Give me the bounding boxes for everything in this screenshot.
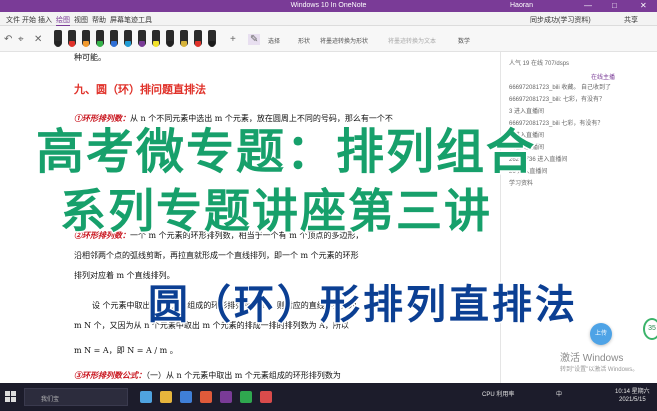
pen-color-tip: [83, 41, 89, 47]
chat-line: 666972081723_bili: 七彩，有没有？: [509, 97, 606, 103]
lasso-select-button[interactable]: 选择: [268, 36, 280, 45]
live-chat-panel: 人气 19 在线 707/dsps 在线主播 666972081723_bili…: [500, 52, 657, 383]
tab-file[interactable]: 文件: [6, 15, 20, 25]
share-button[interactable]: 共享: [624, 15, 638, 25]
shape-button[interactable]: 形状: [298, 36, 310, 45]
taskbar-app-icon[interactable]: [240, 391, 252, 403]
pen-color-tip: [167, 41, 173, 47]
ribbon-tabs: 文件 开始 插入 绘图 视图 帮助 屏幕笔迹工具 同步成功(学习资料) 共享: [0, 12, 657, 26]
p3-text: 沿相邻两个点的弧线剪断，再拉直就形成一个直线排列，即一个 m 个元素的环形: [74, 251, 359, 260]
add-pen-icon[interactable]: +: [230, 34, 236, 45]
taskbar-clock[interactable]: 10:14 星期六 2021/5/15: [615, 388, 650, 404]
line-top: 种可能。: [74, 53, 106, 62]
activate-windows-hint: 转到"设置"以激活 Windows。: [560, 367, 639, 373]
pen-color-tip: [111, 41, 117, 47]
minimize-button[interactable]: —: [584, 1, 592, 11]
pen-color-tip: [153, 41, 159, 47]
system-tray: CPU 利用率 中: [482, 389, 562, 398]
pen-swatch[interactable]: [194, 30, 202, 47]
pen-swatch[interactable]: [208, 30, 216, 47]
pen-color-tip: [195, 41, 201, 47]
activate-windows-title: 激活 Windows: [560, 353, 624, 364]
pen-color-tip: [69, 41, 75, 47]
tab-draw[interactable]: 绘图: [56, 15, 70, 26]
ink-to-text-button[interactable]: 将墨迹转换为文本: [388, 36, 436, 45]
pen-swatch[interactable]: [110, 30, 118, 47]
maximize-button[interactable]: □: [612, 1, 617, 11]
user-name[interactable]: Haoran: [510, 2, 533, 9]
tab-insert[interactable]: 插入: [38, 15, 52, 25]
overlay-subtitle: 圆（环）形排列直排法: [147, 281, 578, 330]
search-text: 我们宝: [41, 397, 60, 403]
upload-button[interactable]: 上传: [590, 323, 612, 345]
undo-icon[interactable]: ↶: [4, 34, 12, 45]
close-button[interactable]: ✕: [640, 1, 647, 11]
pen-swatch[interactable]: [180, 30, 188, 47]
clock-time: 10:14 星期六: [615, 389, 650, 395]
pen-swatch[interactable]: [166, 30, 174, 47]
draw-toolbar: ↶ ⌖ ✕ + ✎ 选择 形状 将墨迹转换为形状 将墨迹转换为文本 数学: [0, 26, 657, 52]
pen-swatch[interactable]: [96, 30, 104, 47]
ink-to-shape-button[interactable]: 将墨迹转换为形状: [320, 36, 368, 45]
overlay-title-line1: 高考微专题：排列组合: [34, 123, 537, 182]
sync-status: 同步成功(学习资料): [530, 17, 591, 24]
pen-swatch[interactable]: [68, 30, 76, 47]
tab-help[interactable]: 帮助: [92, 15, 106, 25]
taskbar-app-icon[interactable]: [200, 391, 212, 403]
overlay-title-line2: 系列专题讲座第三讲: [59, 183, 492, 240]
taskbar: 我们宝 CPU 利用率 中 10:14 星期六 2021/5/15: [0, 383, 657, 411]
section-heading: 九、圆（环）排问题直排法: [74, 83, 206, 96]
p8-text: （一）从 n 个元素中取出 m 个元素组成的环形排列数为: [146, 371, 341, 380]
window-title: Windows 10 In OneNote: [290, 2, 367, 9]
eraser-icon[interactable]: ✕: [34, 34, 42, 45]
lasso-icon[interactable]: ⌖: [18, 34, 24, 45]
pen-color-tip: [125, 41, 131, 47]
pen-color-tip: [55, 41, 61, 47]
pen-swatch[interactable]: [124, 30, 132, 47]
windows-start-icon[interactable]: [5, 391, 17, 403]
taskbar-app-icon[interactable]: [160, 391, 172, 403]
pen-swatch[interactable]: [82, 30, 90, 47]
chat-line: 人气 19 在线 707/dsps: [509, 61, 570, 67]
taskbar-app-icon[interactable]: [220, 391, 232, 403]
speed-indicator: 35: [643, 318, 657, 340]
pen-swatch[interactable]: [138, 30, 146, 47]
chat-line: 666972081723_bili 收藏。 自己收到了: [509, 85, 612, 91]
pen-swatch[interactable]: [54, 30, 62, 47]
clock-date: 2021/5/15: [618, 397, 646, 403]
p8-label: ③环形排列数公式：: [74, 370, 146, 380]
taskbar-app-icon[interactable]: [260, 391, 272, 403]
tab-view[interactable]: 视图: [74, 15, 88, 25]
title-bar: Windows 10 In OneNote Haoran — □ ✕: [0, 0, 657, 12]
pen-color-tip: [181, 41, 187, 47]
tab-screen-ink[interactable]: 屏幕笔迹工具: [110, 15, 152, 25]
taskbar-search-input[interactable]: 我们宝: [24, 388, 128, 406]
ime-indicator[interactable]: 中: [556, 392, 562, 398]
pen-color-tip: [97, 41, 103, 47]
math-button[interactable]: 数学: [458, 36, 470, 45]
pen-color-tip: [209, 41, 215, 47]
tab-home[interactable]: 开始: [22, 15, 36, 25]
taskbar-app-icon[interactable]: [180, 391, 192, 403]
pen-swatch[interactable]: [152, 30, 160, 47]
pen-color-tip: [139, 41, 145, 47]
cpu-usage-label[interactable]: CPU 利用率: [482, 392, 514, 398]
p7-text: m N = A，即 N = A / m 。: [74, 346, 178, 355]
taskbar-app-icon[interactable]: [140, 391, 152, 403]
follow-button[interactable]: 在线主播: [591, 72, 615, 81]
ink-to-shape-icon[interactable]: ✎: [248, 34, 261, 45]
